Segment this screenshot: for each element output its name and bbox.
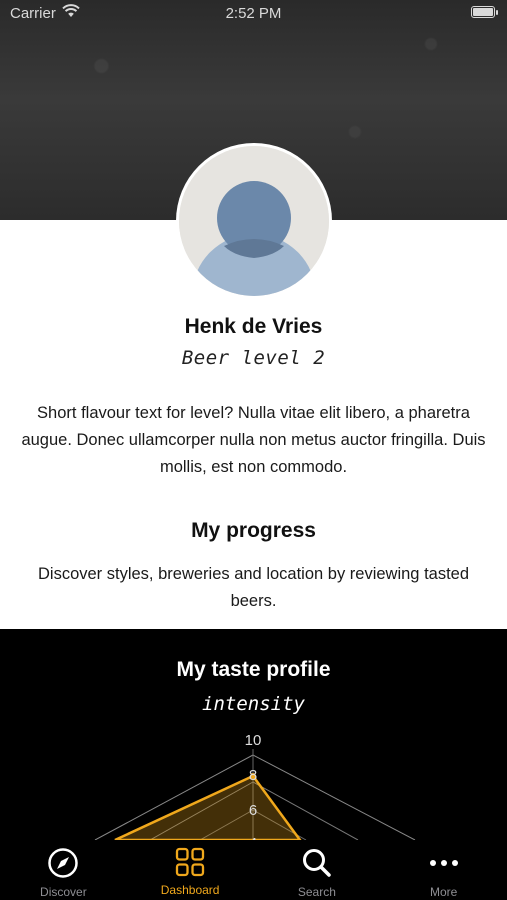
status-time: 2:52 PM	[225, 5, 282, 22]
level-flavour-text: Short flavour text for level? Nulla vita…	[21, 404, 486, 476]
tab-discover[interactable]: Discover	[0, 840, 127, 900]
search-icon	[302, 849, 331, 877]
progress-title: My progress	[191, 519, 316, 542]
battery-icon	[471, 6, 498, 18]
tab-label: Dashboard	[160, 883, 220, 897]
radar-tick-label: 10	[245, 732, 262, 749]
tab-more[interactable]: More	[380, 840, 507, 900]
tab-search[interactable]: Search	[254, 840, 381, 900]
progress-description: Discover styles, breweries and location …	[37, 565, 470, 610]
status-bar: Carrier 2:52 PM	[0, 0, 507, 28]
tab-label: More	[429, 885, 458, 899]
beer-level: Beer level 2	[181, 347, 326, 369]
taste-profile-section: My taste profile intensity 10 8 6 4	[0, 629, 507, 840]
tab-label: Search	[297, 885, 336, 899]
tab-label: Discover	[40, 885, 87, 899]
radar-tick-label: 8	[249, 767, 257, 784]
user-name: Henk de Vries	[184, 315, 323, 338]
avatar-placeholder-icon	[179, 146, 329, 296]
more-icon	[429, 860, 458, 866]
taste-radar-chart: 10 8 6 4	[94, 732, 416, 840]
grid-icon	[175, 847, 205, 877]
avatar[interactable]	[176, 143, 332, 299]
tab-dashboard[interactable]: Dashboard	[127, 840, 254, 900]
taste-series-area	[114, 774, 302, 840]
compass-icon	[48, 848, 79, 878]
tab-bar: Discover Dashboard Search More	[0, 840, 507, 900]
radar-tick-label: 6	[249, 802, 257, 819]
